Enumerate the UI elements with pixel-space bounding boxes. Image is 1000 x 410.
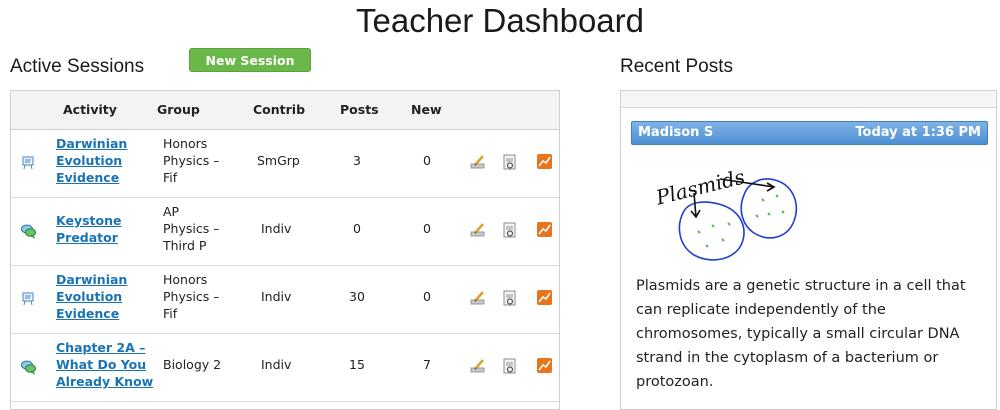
report-icon[interactable] <box>502 290 518 306</box>
table-header: Activity Group Contrib Posts New <box>11 91 559 130</box>
page-title: Teacher Dashboard <box>355 2 644 39</box>
post-body: Plasmids are a genetic structure in a ce… <box>636 278 966 390</box>
new-cell: 7 <box>423 357 431 372</box>
chat-bubbles-icon <box>21 224 36 238</box>
table-row: Chapter 2A – What Do You Already Know Biol… <box>11 334 559 402</box>
new-cell: 0 <box>423 153 431 168</box>
sessions-table: Activity Group Contrib Posts New Darwini… <box>10 90 560 410</box>
recent-posts-panel: Madison S Today at 1:36 PM Plasmids Plas… <box>620 90 997 410</box>
whiteboard-icon <box>22 292 34 306</box>
post-timestamp: Today at 1:36 PM <box>855 125 981 140</box>
contrib-cell: SmGrp <box>257 153 300 168</box>
column-header-contrib[interactable]: Contrib <box>253 102 305 117</box>
activity-link[interactable]: Darwinian Evolution Evidence <box>56 135 127 186</box>
table-row: Darwinian Evolution Evidence Honors Physics… <box>11 130 559 198</box>
contrib-cell: Indiv <box>261 357 292 372</box>
edit-icon[interactable] <box>470 154 486 170</box>
edit-icon[interactable] <box>470 290 486 306</box>
column-header-group[interactable]: Group <box>157 102 200 117</box>
group-cell: Biology 2 <box>163 357 222 372</box>
chart-icon[interactable] <box>537 358 552 373</box>
new-cell: 0 <box>423 221 431 236</box>
activity-link[interactable]: Darwinian Evolution Evidence <box>56 271 127 322</box>
report-icon[interactable] <box>502 222 518 238</box>
panel-toolbar <box>621 91 996 108</box>
new-cell: 0 <box>423 289 431 304</box>
recent-posts-heading: Recent Posts <box>620 56 733 77</box>
edit-icon[interactable] <box>470 358 486 374</box>
column-header-activity[interactable]: Activity <box>63 102 117 117</box>
table-row: Darwinian Evolution Evidence Honors Physics… <box>11 266 559 334</box>
group-cell: AP Physics – Third P <box>163 204 220 253</box>
table-row: Keystone Predator AP Physics – Third P Indi… <box>11 198 559 266</box>
group-cell: Honors Physics – Fif <box>163 272 220 321</box>
column-header-new[interactable]: New <box>411 102 442 117</box>
post-author: Madison S <box>638 125 714 140</box>
chart-icon[interactable] <box>537 222 552 237</box>
activity-link[interactable]: Chapter 2A – What Do You Already Know <box>56 339 153 390</box>
report-icon[interactable] <box>502 154 518 170</box>
chart-icon[interactable] <box>537 154 552 169</box>
posts-cell: 3 <box>353 153 361 168</box>
whiteboard-icon <box>22 156 34 170</box>
column-header-posts[interactable]: Posts <box>340 102 379 117</box>
post-header[interactable]: Madison S Today at 1:36 PM <box>631 121 988 145</box>
report-icon[interactable] <box>502 358 518 374</box>
chat-bubbles-icon <box>21 360 36 374</box>
contrib-cell: Indiv <box>261 221 292 236</box>
active-sessions-heading: Active Sessions <box>10 56 145 77</box>
chart-icon[interactable] <box>537 290 552 305</box>
edit-icon[interactable] <box>470 222 486 238</box>
group-cell: Honors Physics – Fif <box>163 136 220 185</box>
contrib-cell: Indiv <box>261 289 292 304</box>
sketch-image: Plasmids <box>653 164 798 261</box>
activity-link[interactable]: Keystone Predator <box>56 212 121 246</box>
posts-cell: 30 <box>349 289 365 304</box>
posts-cell: 0 <box>353 221 361 236</box>
new-session-button[interactable]: New Session <box>189 48 311 72</box>
posts-cell: 15 <box>349 357 365 372</box>
